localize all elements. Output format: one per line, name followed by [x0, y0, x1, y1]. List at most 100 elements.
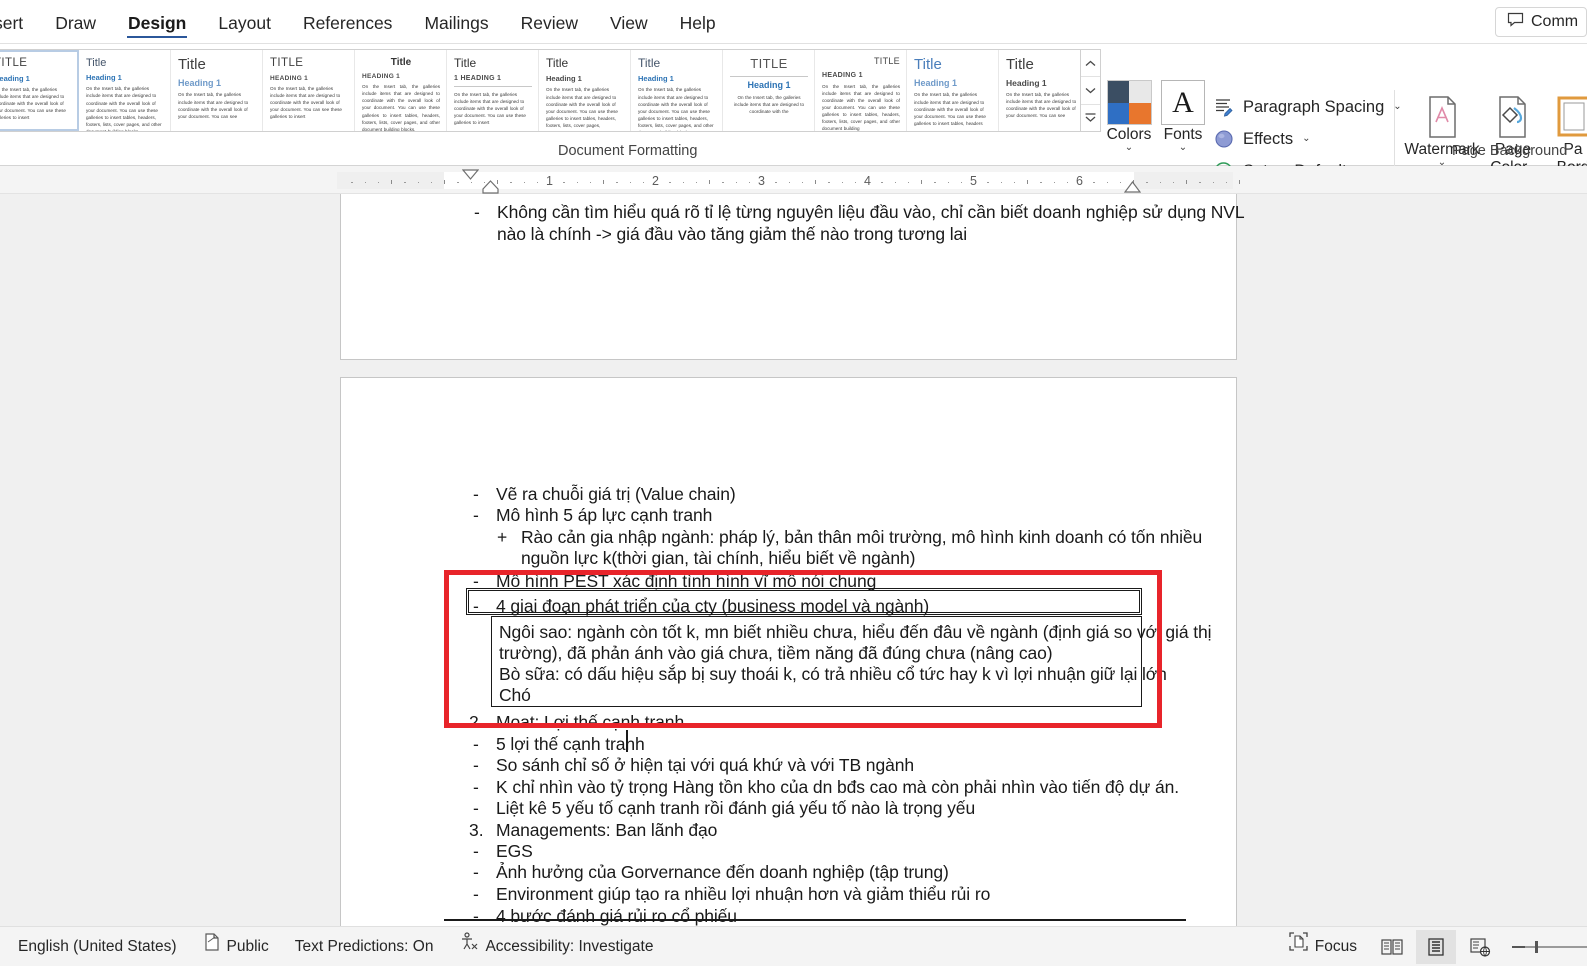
zoom-knob[interactable] [1535, 941, 1538, 953]
tab-layout[interactable]: Layout [202, 0, 287, 44]
ruler-dot [987, 182, 989, 184]
bullet-marker: - [473, 841, 479, 862]
document-line[interactable]: So sánh chỉ số ở hiện tại với quá khứ và… [496, 755, 914, 776]
document-line[interactable]: 5 lợi thế cạnh tranh [496, 734, 645, 755]
focus-label: Focus [1315, 930, 1357, 964]
style-thumbnail[interactable]: Title Heading 1 On the Insert tab, the g… [907, 50, 999, 131]
document-line[interactable]: Không cần tìm hiểu quá rõ tỉ lệ từng ngu… [497, 202, 1245, 223]
style-thumbnail[interactable]: TITLE HEADING 1 On the Insert tab, the g… [815, 50, 907, 131]
effects-button[interactable]: Effects ⌄ [1213, 123, 1402, 155]
gallery-more-button[interactable] [1081, 105, 1100, 131]
fonts-button[interactable]: A Fonts ⌄ [1158, 80, 1208, 153]
tab-help[interactable]: Help [664, 0, 732, 44]
style-thumbnail[interactable]: Title Heading 1 On the Insert tab, the g… [999, 50, 1081, 131]
tab-references[interactable]: References [287, 0, 409, 44]
ruler-dot [855, 182, 857, 184]
ruler-dot [736, 182, 738, 184]
ruler-dot [696, 182, 698, 184]
gallery-scroll-up-button[interactable] [1081, 50, 1100, 77]
status-language[interactable]: English (United States) [0, 930, 190, 964]
style-thumbnail[interactable]: Title Heading 1 On the Insert tab, the g… [539, 50, 631, 131]
ruler-dot [722, 182, 724, 184]
tab-review[interactable]: Review [505, 0, 594, 44]
chevron-down-icon[interactable]: ⌄ [1302, 134, 1310, 144]
status-text-predictions[interactable]: Text Predictions: On [282, 930, 447, 964]
document-line[interactable]: Managements: Ban lãnh đạo [496, 820, 717, 841]
comments-button[interactable]: Comm [1495, 7, 1587, 37]
thumb-title: Title [914, 57, 992, 74]
ribbon: TITLE Heading 1 On the Insert tab, the g… [0, 44, 1587, 166]
style-thumbnail[interactable]: Title HEADING 1 On the Insert tab, the g… [355, 50, 447, 131]
page-borders-button[interactable]: Pa Bord [1543, 90, 1587, 177]
document-line[interactable]: Environment giúp tạo ra nhiều lợi nhuận … [496, 884, 990, 905]
thumb-title: Title [638, 57, 716, 70]
thumb-heading: HEADING 1 [822, 72, 900, 80]
document-line[interactable]: nào là chính -> giá đầu vào tăng giảm th… [497, 224, 967, 245]
document-line[interactable]: 4 bước đánh giá rủi ro cổ phiếu [496, 906, 737, 926]
ruler-dot [1213, 182, 1215, 184]
thumb-body: On the Insert tab, the galleries include… [178, 91, 256, 119]
ruler-dot [1226, 182, 1228, 184]
read-mode-view-button[interactable] [1372, 930, 1412, 964]
document-page-1[interactable]: - Không cần tìm hiểu quá rõ tỉ lệ từng n… [340, 194, 1237, 360]
ruler-dot [908, 182, 910, 184]
status-sensitivity[interactable]: Public [190, 930, 282, 964]
style-thumbnail[interactable]: Title Heading 1 On the Insert tab, the g… [171, 50, 263, 131]
style-thumbnail[interactable]: TITLE Heading 1 On the Insert tab, the g… [0, 50, 79, 131]
style-thumbnail[interactable]: Title Heading 1 On the Insert tab, the g… [79, 50, 171, 131]
status-accessibility[interactable]: Accessibility: Investigate [446, 930, 666, 964]
document-line[interactable]: Moat: Lợi thế cạnh tranh [496, 712, 684, 733]
paragraph-spacing-button[interactable]: Paragraph Spacing ⌄ [1213, 91, 1402, 123]
tab-draw[interactable]: Draw [39, 0, 112, 44]
document-canvas[interactable]: - Không cần tìm hiểu quá rõ tỉ lệ từng n… [0, 194, 1587, 926]
bullet-marker: - [473, 734, 479, 755]
document-line[interactable]: Ảnh hưởng của Gorvernance đến doanh nghi… [496, 862, 949, 883]
paragraph-spacing-icon [1213, 97, 1234, 118]
chevron-down-icon[interactable]: ⌄ [1158, 143, 1208, 153]
document-line[interactable]: EGS [496, 841, 533, 862]
ruler-dot [577, 182, 579, 184]
document-line[interactable]: Liệt kê 5 yếu tố cạnh tranh rồi đánh giá… [496, 798, 975, 819]
style-thumbnail[interactable]: TITLE Heading 1 On the Insert tab, the g… [723, 50, 815, 131]
ruler-dot [365, 182, 367, 184]
watermark-icon [1404, 90, 1480, 140]
tab-design[interactable]: Design [112, 0, 202, 44]
status-bar-right: Focus [1276, 927, 1587, 967]
zoom-track[interactable] [1525, 946, 1587, 948]
document-line[interactable]: Mô hình 5 áp lực cạnh tranh [496, 505, 712, 526]
style-thumbnail[interactable]: TITLE HEADING 1 On the Insert tab, the g… [263, 50, 355, 131]
tab-mailings[interactable]: Mailings [408, 0, 504, 44]
zoom-slider[interactable] [1502, 946, 1587, 948]
tab-view[interactable]: View [594, 0, 664, 44]
print-layout-view-button[interactable] [1416, 930, 1456, 964]
first-line-indent-marker[interactable] [462, 169, 479, 180]
document-line[interactable]: Vẽ ra chuỗi giá trị (Value chain) [496, 484, 736, 505]
ruler-tick [709, 180, 710, 184]
web-layout-view-button[interactable] [1460, 930, 1500, 964]
focus-mode-button[interactable]: Focus [1276, 930, 1370, 964]
accessibility-label: Accessibility: Investigate [485, 930, 653, 964]
ribbon-tabs: sert Draw Design Layout References Maili… [0, 0, 1587, 44]
page-color-button[interactable]: Page Color⌄ [1475, 90, 1551, 177]
document-line[interactable]: K chỉ nhìn vào tỷ trọng Hàng tồn kho của… [496, 777, 1179, 798]
style-thumbnail[interactable]: Title Heading 1 On the Insert tab, the g… [631, 50, 723, 131]
gallery-scroll-down-button[interactable] [1081, 77, 1100, 104]
right-indent-marker[interactable] [1124, 181, 1141, 193]
bullet-marker: - [473, 862, 479, 883]
zoom-out-button[interactable] [1512, 946, 1525, 948]
style-thumbnail[interactable]: Title 1 HEADING 1 On the Insert tab, the… [447, 50, 539, 131]
colors-button[interactable]: Colors ⌄ [1103, 80, 1155, 153]
thumb-body: On the Insert tab, the galleries include… [454, 91, 532, 127]
horizontal-ruler[interactable]: 123456 [0, 166, 1587, 194]
document-line[interactable]: nguồn lực k(thời gian, tài chính, hiểu b… [521, 548, 915, 569]
chevron-down-icon[interactable]: ⌄ [1103, 143, 1155, 153]
hanging-indent-marker[interactable] [482, 180, 499, 194]
ruler-dot [563, 182, 565, 184]
selection-underline [444, 919, 1186, 921]
document-line[interactable]: Rào cản gia nhập ngành: pháp lý, bản thâ… [521, 527, 1202, 548]
gallery-scrollbar[interactable] [1081, 49, 1101, 132]
ruler-dot [537, 182, 539, 184]
tab-insert[interactable]: sert [0, 0, 39, 44]
style-gallery[interactable]: TITLE Heading 1 On the Insert tab, the g… [0, 49, 1081, 132]
ruler-dot [1199, 182, 1201, 184]
